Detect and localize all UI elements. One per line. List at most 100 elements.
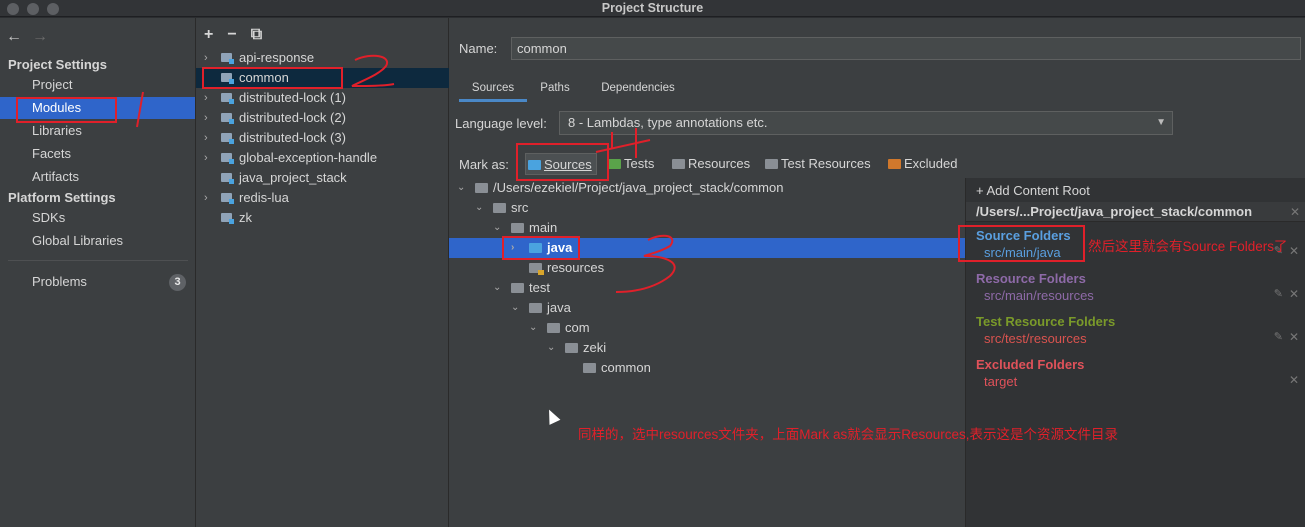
module-list-item[interactable]: › distributed-lock (3) <box>196 128 449 148</box>
remove-module-icon[interactable]: − <box>227 26 236 43</box>
problems-label: Problems <box>32 274 87 289</box>
folder-section-title: Test Resource Folders <box>976 314 1116 329</box>
tree-node[interactable]: ⌄ /Users/ezekiel/Project/java_project_sta… <box>449 178 965 198</box>
chevron-down-icon[interactable]: ⌄ <box>493 278 501 298</box>
mark-as-excluded-button[interactable]: Excluded <box>886 153 957 175</box>
module-label: distributed-lock (1) <box>239 90 346 105</box>
nav-arrows: ← → <box>6 28 58 46</box>
chevron-right-icon[interactable]: › <box>204 48 208 68</box>
copy-module-icon[interactable]: ⧉ <box>251 26 262 43</box>
name-label: Name: <box>459 41 498 56</box>
resource-folder-icon <box>672 159 685 169</box>
language-level-select[interactable]: 8 - Lambdas, type annotations etc. ▼ <box>559 111 1173 135</box>
folder-icon <box>529 303 542 313</box>
edit-pencil-icon[interactable]: ✎ <box>1274 287 1283 300</box>
module-list-item[interactable]: › distributed-lock (1) <box>196 88 449 108</box>
chevron-down-icon[interactable]: ⌄ <box>511 298 519 318</box>
module-list-item[interactable]: › global-exception-handle <box>196 148 449 168</box>
module-folder-icon <box>221 133 234 144</box>
module-list-item[interactable]: › distributed-lock (2) <box>196 108 449 128</box>
chevron-down-icon[interactable]: ⌄ <box>493 218 501 238</box>
sidebar-item-sdks[interactable]: SDKs <box>0 207 195 229</box>
tree-node[interactable]: ⌄ com <box>449 318 965 338</box>
annotation-note-bottom: 同样的，选中resources文件夹，上面Mark as就会显示Resource… <box>578 427 1119 442</box>
chevron-down-icon[interactable]: ⌄ <box>475 198 483 218</box>
chevron-down-icon[interactable]: ⌄ <box>457 178 465 198</box>
chevron-right-icon[interactable]: › <box>204 148 208 168</box>
tree-node[interactable]: resources <box>449 258 965 278</box>
close-icon[interactable]: ✕ <box>1289 244 1299 258</box>
module-label: redis-lua <box>239 190 289 205</box>
module-folder-icon <box>221 93 234 104</box>
module-name-field[interactable]: common <box>511 37 1301 60</box>
folder-icon <box>547 323 560 333</box>
tree-node[interactable]: ⌄ main <box>449 218 965 238</box>
module-folder-icon <box>221 213 234 224</box>
folder-icon <box>529 263 544 275</box>
sidebar-item-libraries[interactable]: Libraries <box>0 120 195 142</box>
module-list-item[interactable]: zk <box>196 208 449 228</box>
module-list-item[interactable]: › api-response <box>196 48 449 68</box>
module-label: java_project_stack <box>239 170 347 185</box>
tree-node[interactable]: ⌄ src <box>449 198 965 218</box>
mark-as-tests-button[interactable]: Tests <box>606 153 654 175</box>
annotation-box-java <box>502 236 580 260</box>
tab-paths[interactable]: Paths <box>535 78 575 102</box>
settings-sidebar: ← → Project Settings Project Modules Libr… <box>0 18 196 527</box>
excluded-folder-icon <box>888 159 901 169</box>
tab-sources[interactable]: Sources <box>459 78 527 102</box>
module-folder-icon <box>221 193 234 204</box>
chevron-right-icon[interactable]: › <box>204 88 208 108</box>
tree-node-label: common <box>601 360 651 375</box>
chevron-down-icon: ▼ <box>1156 117 1166 128</box>
mark-as-test-resources-button[interactable]: Test Resources <box>763 153 871 175</box>
project-settings-heading: Project Settings <box>8 57 107 72</box>
mark-as-resources-button[interactable]: Resources <box>670 153 750 175</box>
close-icon[interactable]: ✕ <box>1290 202 1300 222</box>
sidebar-item-facets[interactable]: Facets <box>0 143 195 165</box>
forward-arrow-icon[interactable]: → <box>32 28 48 45</box>
folder-icon <box>583 363 596 373</box>
back-arrow-icon[interactable]: ← <box>6 28 22 45</box>
folder-tree: ⌄ /Users/ezekiel/Project/java_project_sta… <box>449 178 965 527</box>
sidebar-item-problems[interactable]: Problems 3 <box>0 271 195 293</box>
tree-node[interactable]: ⌄ java <box>449 298 965 318</box>
tree-node[interactable]: ⌄ zeki <box>449 338 965 358</box>
module-list-item[interactable]: › redis-lua <box>196 188 449 208</box>
module-label: zk <box>239 210 252 225</box>
chevron-right-icon[interactable]: › <box>204 188 208 208</box>
close-icon[interactable]: ✕ <box>1289 330 1299 344</box>
add-module-icon[interactable]: + <box>204 26 213 43</box>
folder-section-path[interactable]: src/test/resources <box>984 331 1087 346</box>
annotation-box-sources <box>516 143 609 181</box>
chevron-down-icon[interactable]: ⌄ <box>529 318 537 338</box>
annotation-box-common <box>202 67 343 89</box>
sidebar-item-project[interactable]: Project <box>0 74 195 96</box>
annotation-note-right: 然后这里就会有Source Folders了 <box>1088 239 1288 254</box>
module-folder-icon <box>221 173 234 184</box>
tree-node[interactable]: ⌄ test <box>449 278 965 298</box>
tree-node-label: java <box>547 300 571 315</box>
chevron-right-icon[interactable]: › <box>204 128 208 148</box>
folder-section-path[interactable]: target <box>984 374 1017 389</box>
chevron-right-icon[interactable]: › <box>204 108 208 128</box>
tree-node-label: com <box>565 320 590 335</box>
chevron-down-icon[interactable]: ⌄ <box>547 338 555 358</box>
title-bar: Project Structure <box>0 0 1305 17</box>
annotation-box-source-folders <box>958 225 1085 262</box>
folder-section-path[interactable]: src/main/resources <box>984 288 1094 303</box>
add-content-root-button[interactable]: + Add Content Root <box>976 183 1090 198</box>
sidebar-item-artifacts[interactable]: Artifacts <box>0 166 195 188</box>
module-list-item[interactable]: java_project_stack <box>196 168 449 188</box>
close-icon[interactable]: ✕ <box>1289 373 1299 387</box>
tree-node-label: main <box>529 220 558 235</box>
mark-as-label: Mark as: <box>459 157 509 172</box>
edit-pencil-icon[interactable]: ✎ <box>1274 330 1283 343</box>
platform-settings-heading: Platform Settings <box>8 190 116 205</box>
tab-dependencies[interactable]: Dependencies <box>593 78 683 102</box>
module-label: global-exception-handle <box>239 150 378 165</box>
test-resource-folder-icon <box>765 159 778 169</box>
tree-node[interactable]: common <box>449 358 965 378</box>
sidebar-item-global-libraries[interactable]: Global Libraries <box>0 230 195 252</box>
close-icon[interactable]: ✕ <box>1289 287 1299 301</box>
